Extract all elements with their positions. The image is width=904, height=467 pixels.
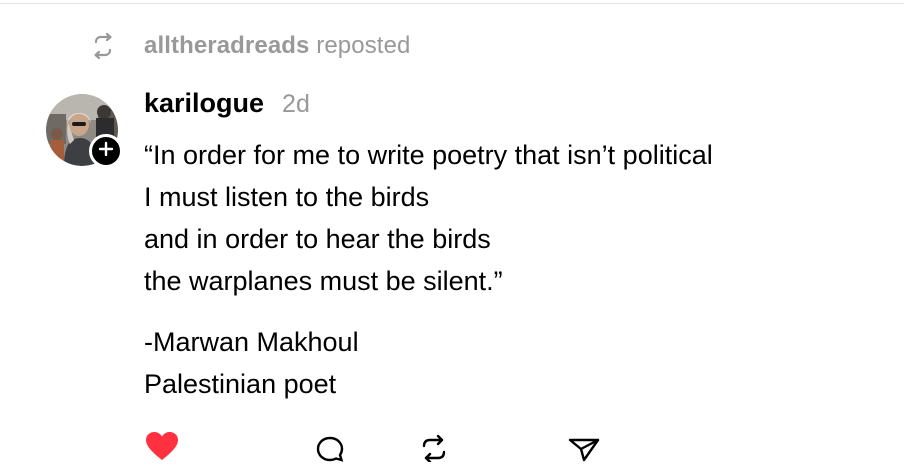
post-header: karilogue 2d: [144, 88, 310, 126]
attribution-line: Palestinian poet: [144, 369, 337, 399]
post-text-line: and in order to hear the birds: [144, 224, 491, 254]
reply-button[interactable]: [312, 432, 348, 462]
repost-text: alltheradreads reposted: [144, 32, 410, 60]
repost-icon: [88, 31, 118, 61]
post-text-line: I must listen to the birds: [144, 182, 430, 212]
repost-button[interactable]: [416, 432, 452, 464]
repost-username[interactable]: alltheradreads: [144, 32, 309, 59]
post-text-line: “In order for me to write poetry that is…: [144, 140, 713, 170]
avatar-container[interactable]: [46, 94, 123, 168]
plus-icon: [98, 141, 114, 162]
repost-label: reposted: [316, 32, 411, 59]
post-text-line: the warplanes must be silent.”: [144, 266, 503, 296]
repost-icon: [416, 434, 452, 466]
post-username[interactable]: karilogue: [144, 88, 264, 119]
attribution-line: -Marwan Makhoul: [144, 327, 359, 357]
top-divider: [0, 3, 904, 4]
comment-icon: [312, 436, 348, 466]
action-bar: [144, 432, 744, 464]
post-timestamp: 2d: [282, 90, 310, 118]
follow-button[interactable]: [89, 134, 123, 168]
share-button[interactable]: [566, 432, 602, 462]
share-icon: [566, 438, 602, 466]
post-body: “In order for me to write poetry that is…: [144, 134, 884, 405]
like-button[interactable]: [144, 432, 180, 462]
repost-indicator: alltheradreads reposted: [88, 30, 410, 62]
heart-icon: [144, 432, 180, 466]
